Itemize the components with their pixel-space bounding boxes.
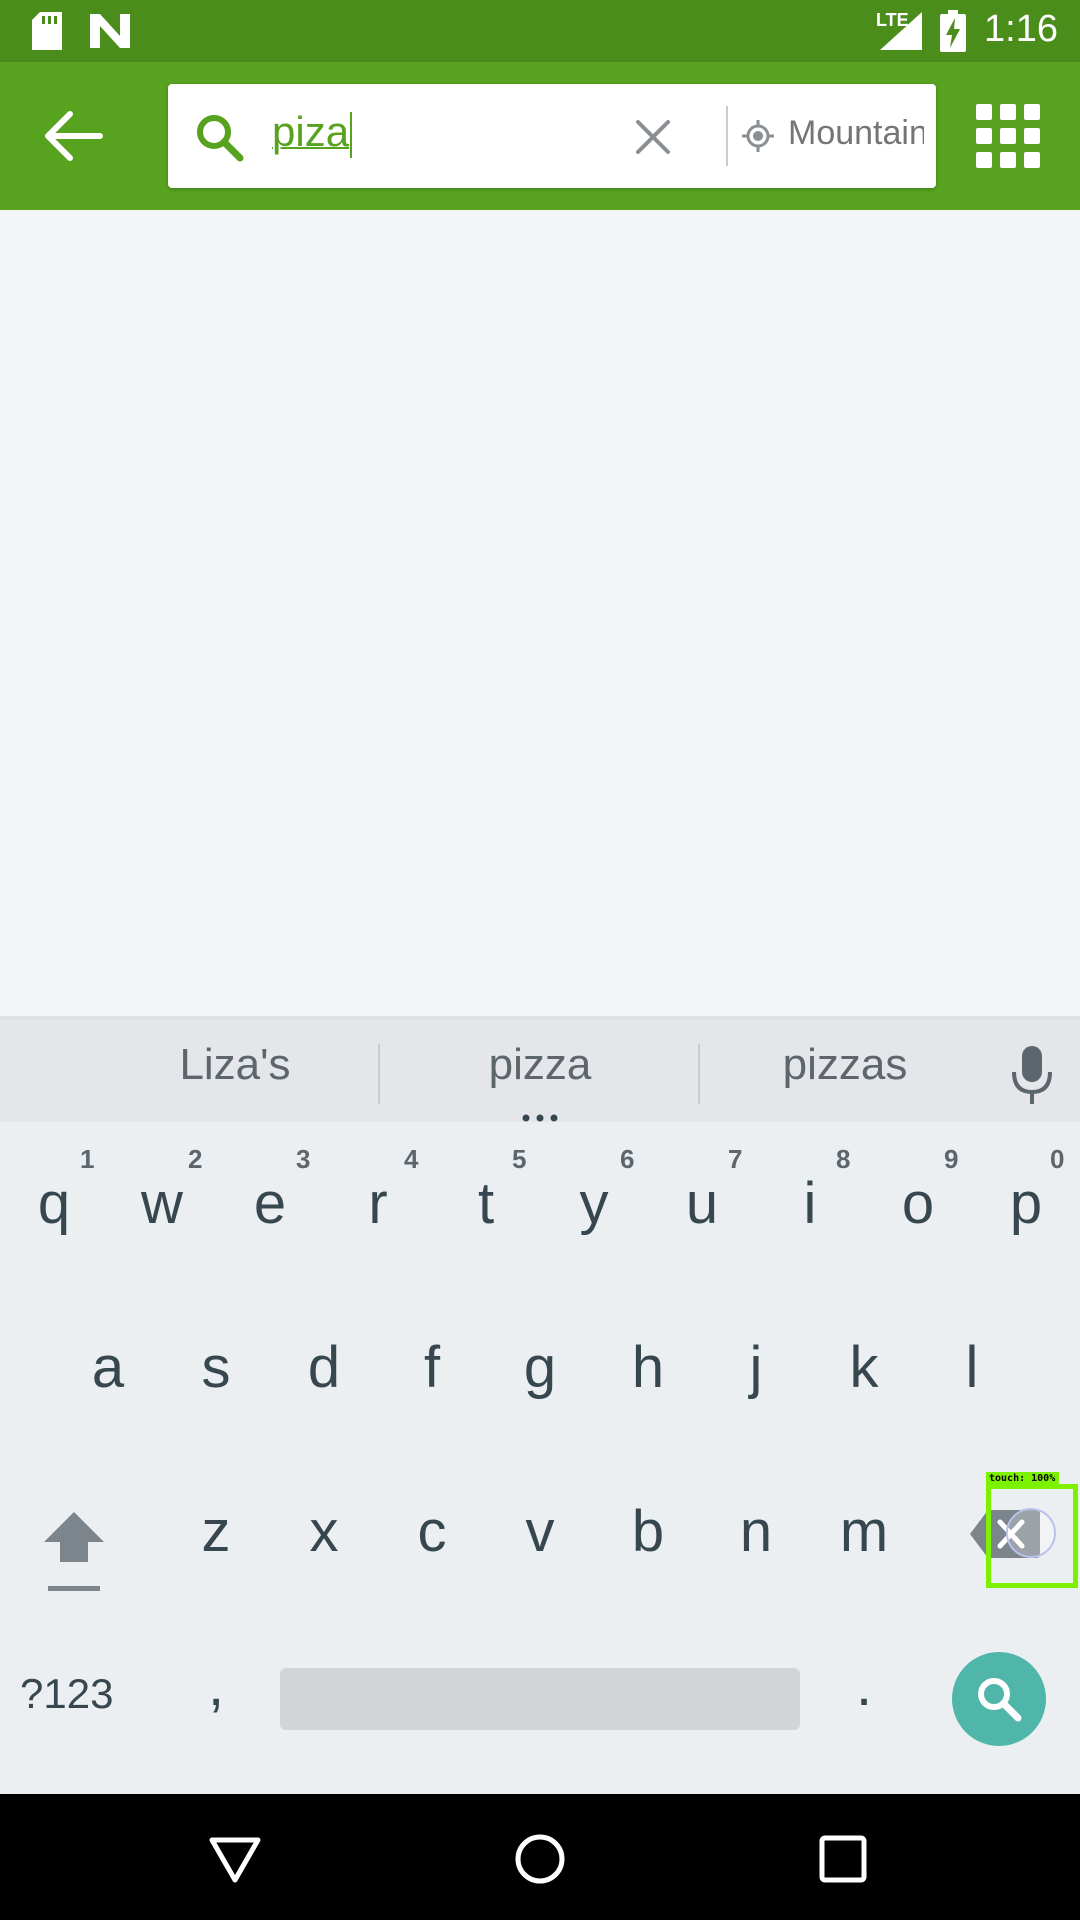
comma-key[interactable]: , [162, 1652, 270, 1719]
status-time: 1:16 [984, 8, 1058, 50]
key-q-hint: 1 [80, 1144, 95, 1174]
key-t-label: t [477, 1171, 495, 1236]
grid-dot [1024, 152, 1040, 168]
symbols-key[interactable]: ?123 [20, 1670, 140, 1718]
key-p-hint: 0 [1050, 1144, 1065, 1174]
suggestion-separator [378, 1044, 380, 1104]
home-circle-icon[interactable] [513, 1832, 567, 1886]
search-input[interactable]: piza [272, 108, 353, 158]
key-l[interactable]: l [918, 1334, 1026, 1401]
app-bar: piza Mountain [0, 62, 1080, 210]
key-y-label: y [579, 1171, 609, 1236]
key-d[interactable]: d [270, 1334, 378, 1401]
suggestion-1[interactable]: Liza's [140, 1040, 330, 1090]
suggestion-separator [698, 1044, 700, 1104]
touch-point [1006, 1508, 1056, 1558]
location-input[interactable]: Mountain [788, 114, 924, 153]
suggestion-bar: Liza's pizza pizzas [0, 1016, 1080, 1122]
signal-icon [880, 12, 922, 50]
key-e-label: e [253, 1171, 287, 1236]
suggestion-3[interactable]: pizzas [750, 1040, 940, 1090]
grid-dot [1000, 128, 1016, 144]
key-q-label: q [37, 1171, 71, 1236]
key-t-hint: 5 [512, 1144, 527, 1174]
key-u-label: u [685, 1171, 719, 1236]
n-notification-icon [90, 14, 130, 48]
key-w-hint: 2 [188, 1144, 203, 1174]
grid-dot [1000, 104, 1016, 120]
space-bar[interactable] [280, 1668, 800, 1730]
key-a[interactable]: a [54, 1334, 162, 1401]
shift-icon[interactable] [42, 1506, 106, 1596]
keyboard-search-button[interactable] [952, 1652, 1046, 1746]
microphone-icon[interactable] [1008, 1046, 1056, 1104]
key-s[interactable]: s [162, 1334, 270, 1401]
clear-icon[interactable] [630, 114, 676, 160]
grid-dot [976, 104, 992, 120]
key-i-label: i [803, 1171, 817, 1236]
search-icon [978, 1678, 1022, 1722]
search-divider [726, 106, 728, 166]
key-b[interactable]: b [594, 1498, 702, 1565]
key-x[interactable]: x [270, 1498, 378, 1565]
battery-charging-icon [940, 10, 966, 52]
more-suggestions-icon[interactable] [520, 1114, 560, 1122]
key-g[interactable]: g [486, 1334, 594, 1401]
key-p-label: p [1009, 1171, 1043, 1236]
key-r-hint: 4 [404, 1144, 419, 1174]
search-box[interactable]: piza Mountain [168, 84, 936, 188]
grid-dot [976, 128, 992, 144]
search-query-text: piza [272, 108, 350, 155]
status-bar: LTE 1:16 [0, 0, 1080, 62]
period-key[interactable]: . [810, 1652, 918, 1719]
key-u-hint: 7 [728, 1144, 743, 1174]
grid-dot [1024, 128, 1040, 144]
key-c[interactable]: c [378, 1498, 486, 1565]
key-y-hint: 6 [620, 1144, 635, 1174]
key-v[interactable]: v [486, 1498, 594, 1565]
location-icon[interactable] [740, 118, 776, 154]
back-arrow-icon[interactable] [40, 106, 110, 166]
key-m[interactable]: m [810, 1498, 918, 1565]
key-w-label: w [141, 1171, 183, 1236]
navigation-bar [0, 1794, 1080, 1920]
text-cursor [350, 111, 353, 158]
key-o-hint: 9 [944, 1144, 959, 1174]
key-z[interactable]: z [162, 1498, 270, 1565]
key-n[interactable]: n [702, 1498, 810, 1565]
grid-icon[interactable] [976, 104, 1040, 168]
sd-card-icon [32, 12, 62, 50]
key-j[interactable]: j [702, 1334, 810, 1401]
grid-dot [1024, 104, 1040, 120]
grid-dot [976, 152, 992, 168]
key-e-hint: 3 [296, 1144, 311, 1174]
recents-square-icon[interactable] [816, 1832, 870, 1886]
results-area [0, 210, 1080, 1016]
search-icon [197, 115, 244, 162]
back-triangle-icon[interactable] [208, 1832, 262, 1886]
key-r-label: r [368, 1171, 388, 1236]
key-k[interactable]: k [810, 1334, 918, 1401]
soft-keyboard: Liza's pizza pizzas q1 w2 e3 r4 t5 y6 u7… [0, 1016, 1080, 1794]
key-f[interactable]: f [378, 1334, 486, 1401]
grid-dot [1000, 152, 1016, 168]
key-h[interactable]: h [594, 1334, 702, 1401]
key-i-hint: 8 [836, 1144, 851, 1174]
key-o-label: o [901, 1171, 935, 1236]
suggestion-2[interactable]: pizza [440, 1040, 640, 1090]
